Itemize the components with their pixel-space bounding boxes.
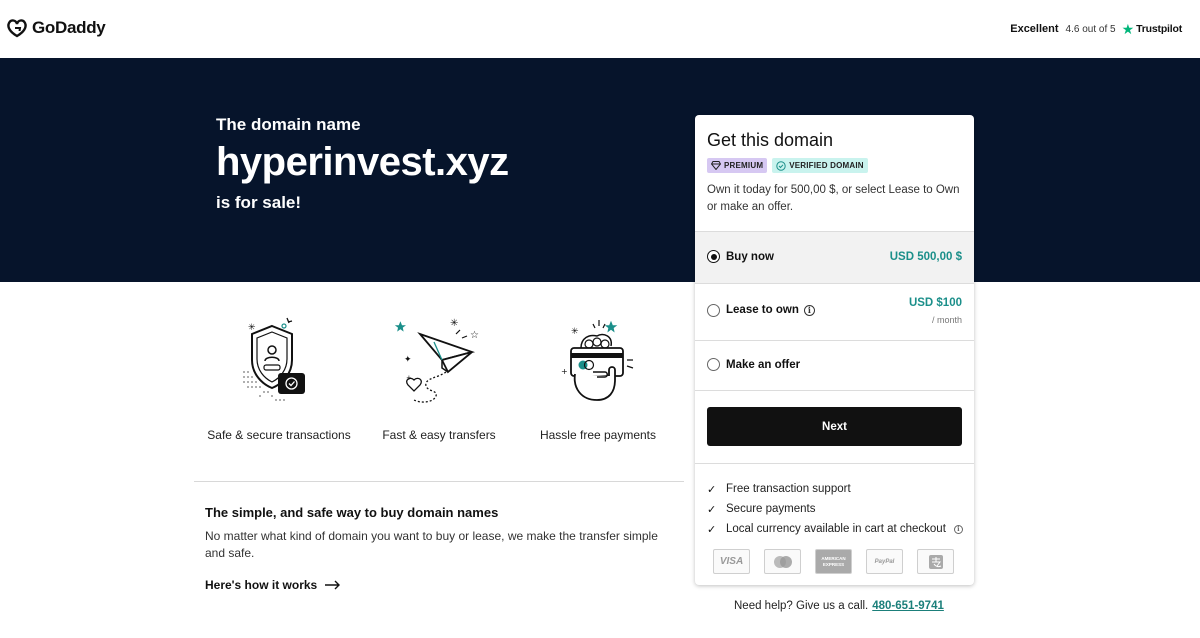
offer-radio[interactable] [707,358,720,371]
domain-name: hyperinvest.xyz [216,140,509,184]
brand-name: GoDaddy [32,18,106,37]
hero-outro: is for sale! [216,193,302,212]
trust-label: Excellent [1010,23,1059,35]
buy-now-price: USD 500,00 $ [889,251,962,263]
option-buy-now[interactable]: Buy now USD 500,00 $ [695,231,974,283]
check-icon: ✓ [707,483,717,496]
check-circle-icon [776,160,786,171]
buy-now-radio[interactable] [707,250,720,263]
benefit-item: ✓ Free transaction support [707,479,963,499]
offer-label: Make an offer [726,359,801,371]
premium-badge: PREMIUM [707,158,768,173]
godaddy-logo[interactable]: GoDaddy [6,18,106,38]
hero-intro: The domain name [216,115,361,134]
help-line: Need help? Give us a call. 480-651-9741 [734,600,944,612]
star-icon: ★ [1121,21,1135,37]
trust-rating: 4.6 out of 5 [1065,23,1116,35]
help-text: Need help? Give us a call. [734,600,869,612]
paypal-icon: PayPal [866,549,903,574]
benefit-label: Free transaction support [726,483,851,495]
how-it-works-link[interactable]: Here's how it works [205,578,341,592]
amex-icon: AMERICAN EXPRESS [815,549,852,574]
info-icon[interactable]: i [803,304,815,316]
benefits-list: ✓ Free transaction support ✓ Secure paym… [707,479,963,539]
svg-text:✳: ✳ [571,327,579,337]
arrow-right-icon [325,580,341,590]
premium-label: PREMIUM [724,161,764,170]
visa-label: VISA [719,556,744,567]
check-icon: ✓ [707,503,717,516]
purchase-card: Get this domain PREMIUM VERIFIED DOMAIN … [695,115,974,585]
alipay-mark [928,554,943,569]
svg-text:✦: ✦ [404,355,412,365]
buy-now-label: Buy now [726,251,774,263]
feature-payment: ✳ + Hassle free payments [518,312,678,442]
info-body: No matter what kind of domain you want t… [205,529,658,560]
svg-text:+: + [561,367,568,376]
lease-period: / month [931,315,962,325]
verified-label: VERIFIED DOMAIN [789,161,864,170]
svg-text:+: + [406,374,412,382]
top-bar: GoDaddy Excellent 4.6 out of 5 ★ Trustpi… [0,0,1200,58]
option-make-offer[interactable]: Make an offer [695,340,974,391]
how-it-works-label: Here's how it works [205,578,318,592]
shield-check-icon: ✳ [243,317,305,401]
paypal-label: PayPal [874,558,895,565]
info-icon[interactable]: i [953,524,963,534]
lease-price: USD $100 [908,297,962,309]
mastercard-icon [764,549,801,574]
benefit-label: Secure payments [726,503,816,515]
trustpilot-brand: Trustpilot [1136,23,1182,35]
feature-secure: ✳ Safe & secure transactions [199,312,359,442]
alipay-icon [917,549,954,574]
section-divider [194,481,684,482]
lease-label-wrap: Lease to own i [726,304,815,316]
card-divider [695,463,974,464]
trustpilot-widget[interactable]: Excellent 4.6 out of 5 ★ Trustpilot [1010,22,1182,36]
payment-methods: VISA AMERICAN EXPRESS PayPal [713,549,954,574]
svg-text:✳: ✳ [248,323,256,333]
card-description: Own it today for 500,00 $, or select Lea… [707,184,960,213]
feature-transfer: ✳ ☆ ✦ + Fast & easy transfers [359,312,519,442]
feature-label: Hassle free payments [539,428,657,442]
lease-radio[interactable] [707,304,720,317]
benefit-item: ✓ Secure payments [707,499,963,519]
svg-text:✳: ✳ [450,318,458,329]
amex-label: AMERICAN EXPRESS [821,555,846,567]
benefit-label: Local currency available in cart at chec… [726,523,946,535]
verified-badge: VERIFIED DOMAIN [772,158,868,173]
hero-banner: The domain name hyperinvest.xyz is for s… [0,58,1200,282]
visa-icon: VISA [713,549,750,574]
paper-plane-icon: ✳ ☆ ✦ + [394,318,479,403]
feature-label: Safe & secure transactions [207,428,351,442]
info-title: The simple, and safe way to buy domain n… [205,505,499,520]
feature-label: Fast & easy transfers [382,428,496,442]
godaddy-logo-icon [7,19,27,38]
check-icon: ✓ [707,523,717,536]
lease-label: Lease to own [726,304,799,316]
card-title: Get this domain [707,130,834,150]
card-hand-icon: ✳ + [561,320,634,401]
badge-group: PREMIUM VERIFIED DOMAIN [707,158,868,173]
benefit-item: ✓ Local currency available in cart at ch… [707,519,963,539]
svg-text:☆: ☆ [470,330,479,341]
mastercard-circles [773,555,792,568]
next-button[interactable]: Next [707,407,962,446]
option-lease-to-own[interactable]: Lease to own i USD $100 / month [695,283,974,340]
phone-link[interactable]: 480-651-9741 [872,600,944,612]
diamond-icon [711,161,721,170]
